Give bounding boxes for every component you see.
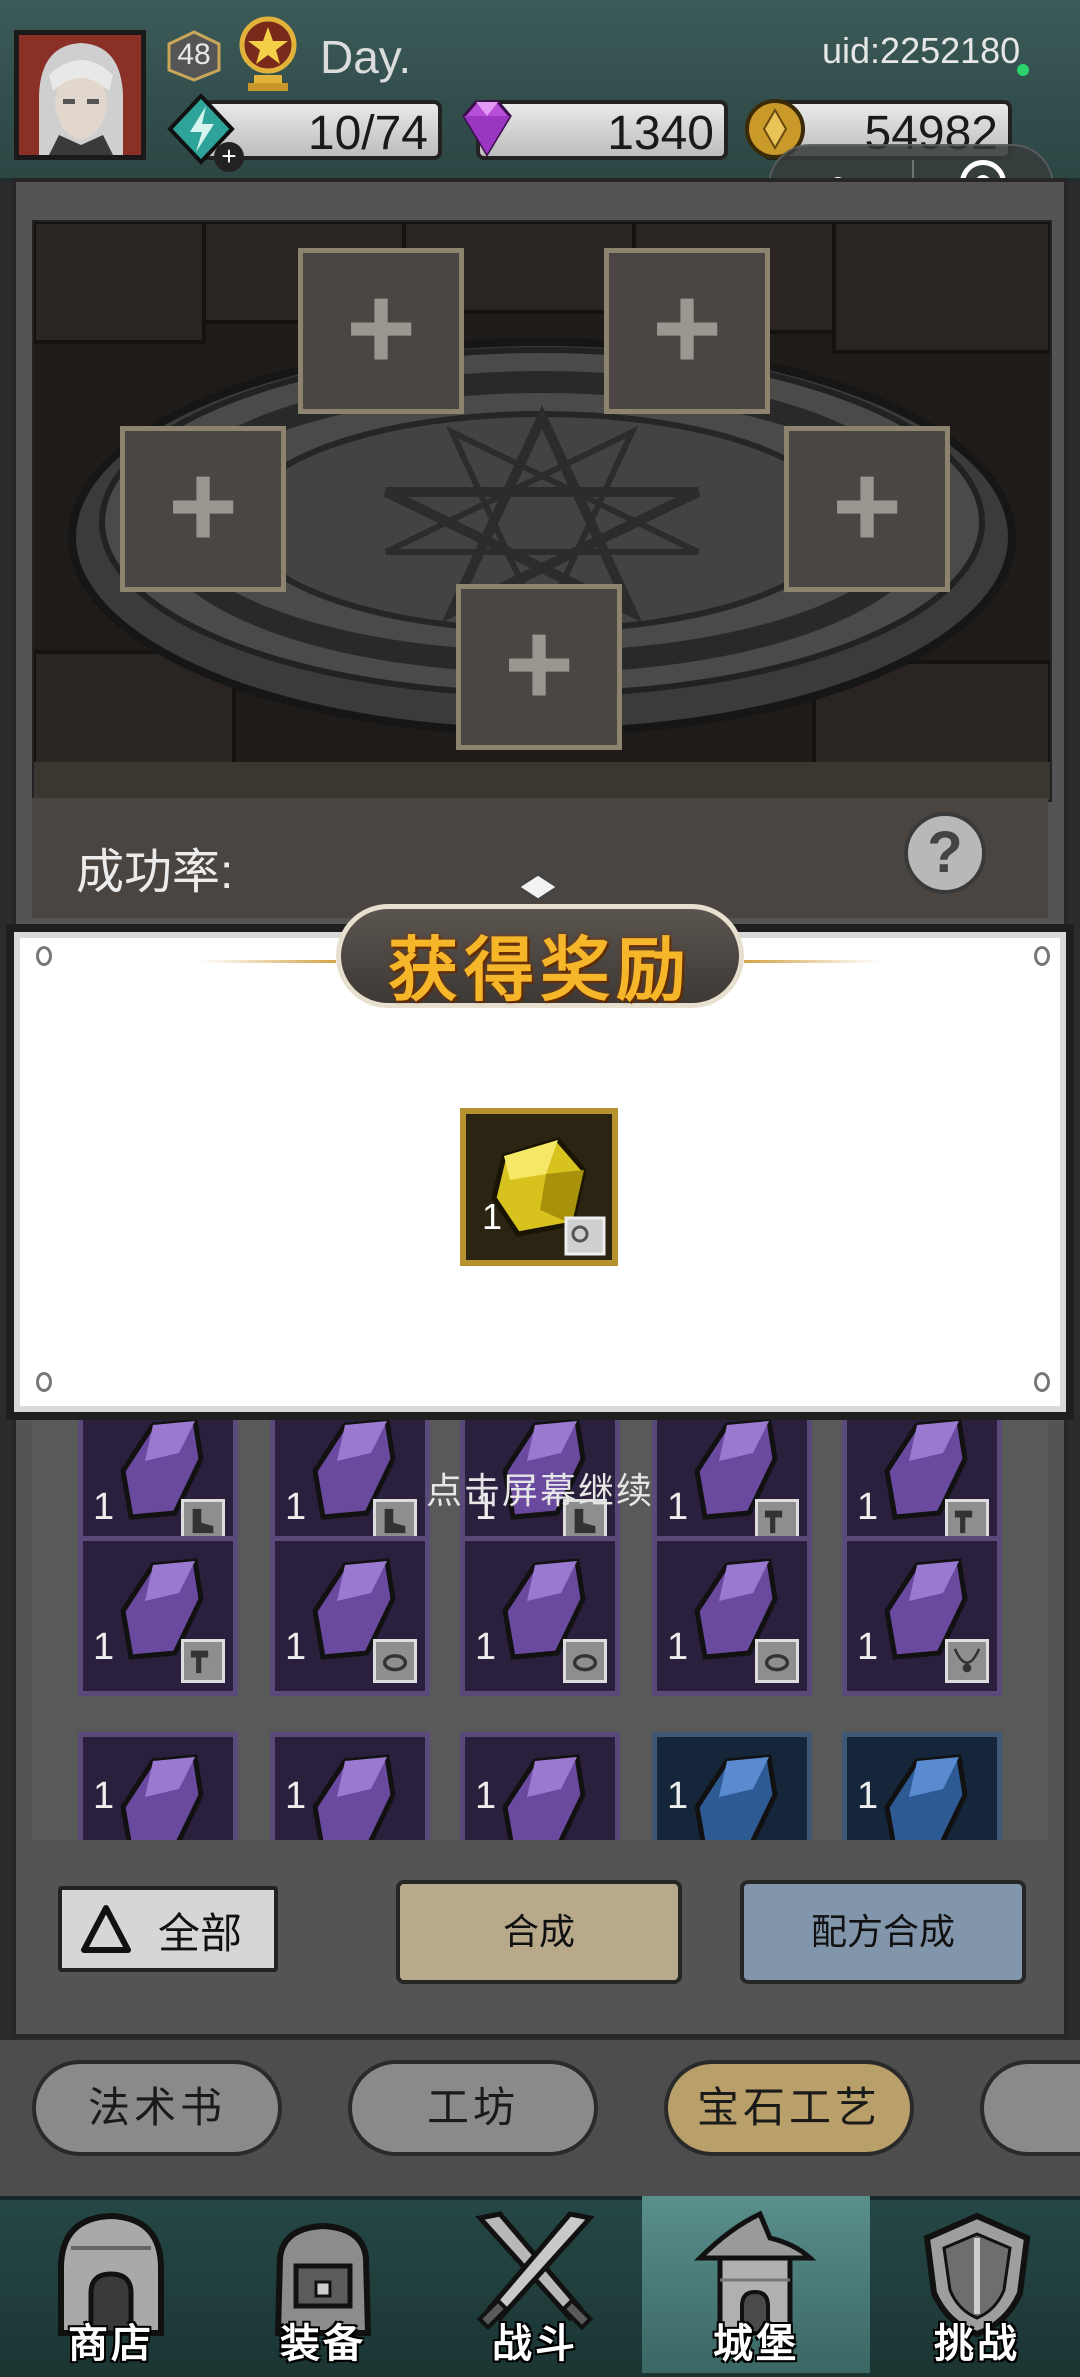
- reward-count: 1: [482, 1196, 503, 1237]
- nav-label: 挑战: [934, 2322, 1020, 2366]
- energy-value: 10/74: [307, 107, 428, 160]
- tab-label: 工坊: [426, 2084, 519, 2131]
- inventory-gem-cell[interactable]: 1: [652, 1536, 812, 1696]
- recipe-synthesize-label: 配方合成: [810, 1911, 955, 1952]
- inventory-gem-cell[interactable]: 1: [652, 1732, 812, 1840]
- hammer-icon: [181, 1639, 225, 1683]
- add-icon: +: [345, 261, 417, 395]
- item-count: 1: [857, 1626, 879, 1668]
- player-name: Day.: [320, 31, 412, 83]
- inventory-gem-cell[interactable]: 1: [270, 1536, 430, 1696]
- item-count: 1: [285, 1626, 307, 1668]
- tab-workshop[interactable]: 工坊: [348, 2060, 598, 2156]
- synthesize-label: 合成: [502, 1911, 575, 1952]
- level-value: 48: [177, 38, 211, 71]
- tab-label: 宝石工艺: [696, 2084, 881, 2131]
- item-count: 1: [93, 1775, 115, 1817]
- corner-rivet: [36, 1372, 52, 1392]
- add-icon: +: [651, 261, 723, 395]
- synthesis-slot-1[interactable]: +: [298, 248, 464, 414]
- tap-to-continue-hint: 点击屏幕继续: [425, 1470, 654, 1511]
- nav-equipment[interactable]: 装备: [218, 2196, 428, 2373]
- tab-spellbook[interactable]: 法术书: [32, 2060, 282, 2156]
- corner-rivet: [1034, 946, 1050, 966]
- nav-label: 城堡: [713, 2322, 799, 2366]
- inventory-gem-cell[interactable]: 1: [78, 1536, 238, 1696]
- synthesis-slot-3[interactable]: +: [120, 426, 286, 592]
- nav-castle[interactable]: 城堡: [642, 2196, 870, 2373]
- diamond-icon: [452, 92, 522, 166]
- success-rate-label: 成功率:: [76, 846, 234, 899]
- inventory-gem-cell[interactable]: 1: [78, 1732, 238, 1840]
- inventory-gem-cell[interactable]: 1: [842, 1732, 1002, 1840]
- rank-trophy-icon[interactable]: [232, 15, 304, 93]
- necklace-icon: [945, 1639, 989, 1683]
- add-icon: +: [167, 439, 239, 573]
- add-icon: +: [831, 439, 903, 573]
- reward-item-slot[interactable]: [460, 1108, 618, 1266]
- gems-value: 1340: [607, 107, 714, 160]
- triangle-up-icon: [81, 1905, 131, 1953]
- item-count: 1: [475, 1775, 497, 1817]
- nav-label: 装备: [280, 2322, 366, 2366]
- synthesis-slot-2[interactable]: +: [604, 248, 770, 414]
- item-count: 1: [667, 1626, 689, 1668]
- ring-icon: [755, 1639, 799, 1683]
- item-count: 1: [857, 1775, 879, 1817]
- level-badge: 48: [165, 30, 223, 82]
- corner-rivet: [36, 946, 52, 966]
- tab-gem-craft[interactable]: 宝石工艺: [664, 2060, 914, 2156]
- tab-label: 法术书: [87, 2084, 226, 2131]
- title-diamond-ornament-icon: [515, 872, 561, 902]
- corner-rivet: [1034, 1372, 1050, 1392]
- nav-label: 战斗: [492, 2322, 578, 2366]
- ring-icon: [563, 1639, 607, 1683]
- item-count: 1: [667, 1775, 689, 1817]
- inventory-gem-cell[interactable]: 1: [842, 1536, 1002, 1696]
- tab-more[interactable]: [980, 2060, 1080, 2156]
- user-id: uid:2252180: [822, 30, 1021, 71]
- avatar-portrait: [19, 35, 141, 155]
- synthesize-button[interactable]: 合成: [396, 1880, 682, 1984]
- item-count: 1: [93, 1486, 115, 1528]
- item-count: 1: [857, 1486, 879, 1528]
- nav-battle[interactable]: 战斗: [430, 2196, 640, 2373]
- inventory-gem-cell[interactable]: 1: [460, 1732, 620, 1840]
- inventory-gem-cell[interactable]: 1: [270, 1732, 430, 1840]
- recipe-synthesize-button[interactable]: 配方合成: [740, 1880, 1026, 1984]
- yellow-gem-icon: [466, 1114, 612, 1260]
- inventory-gem-cell[interactable]: 1: [842, 1396, 1002, 1556]
- synthesis-slot-5[interactable]: +: [456, 584, 622, 750]
- modal-title: 获得奖励: [388, 928, 692, 1011]
- nav-challenge[interactable]: 挑战: [872, 2196, 1080, 2373]
- item-count: 1: [285, 1775, 307, 1817]
- online-status-dot: [1017, 64, 1029, 76]
- add-energy-button[interactable]: +: [214, 142, 244, 172]
- nav-label: 商店: [68, 2322, 154, 2366]
- item-count: 1: [285, 1486, 307, 1528]
- nav-shop[interactable]: 商店: [6, 2196, 216, 2373]
- ring-icon: [373, 1639, 417, 1683]
- filter-all-label: 全部: [158, 1910, 243, 1957]
- synthesis-slot-4[interactable]: +: [784, 426, 950, 592]
- player-avatar[interactable]: [14, 30, 146, 160]
- inventory-gem-cell[interactable]: 1: [460, 1536, 620, 1696]
- inventory-gem-cell[interactable]: 1: [78, 1396, 238, 1556]
- item-count: 1: [93, 1626, 115, 1668]
- item-count: 1: [475, 1626, 497, 1668]
- title-ornament-line: [744, 960, 880, 963]
- add-icon: +: [503, 597, 575, 731]
- title-ornament-line: [200, 960, 336, 963]
- help-button[interactable]: ?: [904, 812, 986, 894]
